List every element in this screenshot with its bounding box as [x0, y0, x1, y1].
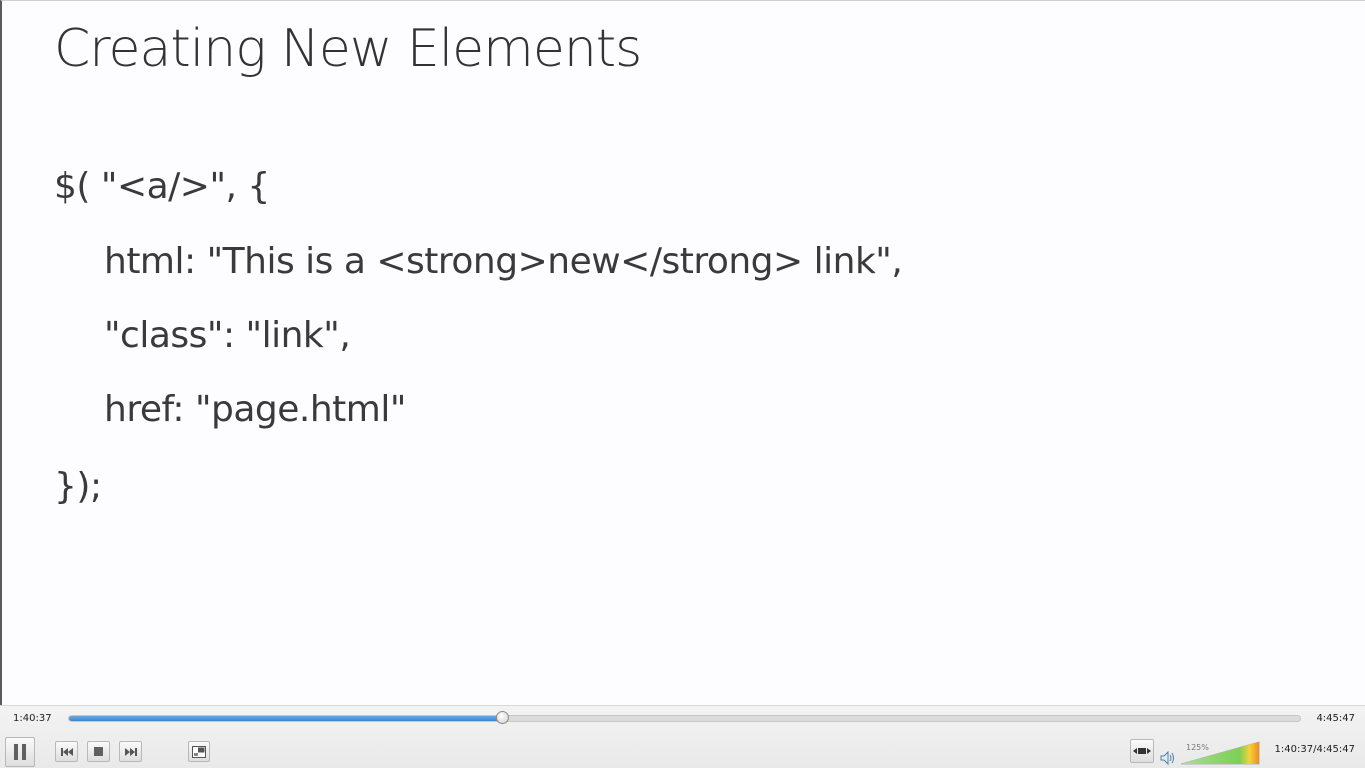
speaker-icon[interactable] [1160, 751, 1176, 765]
fullscreen-button[interactable] [188, 741, 210, 762]
previous-button[interactable] [55, 741, 78, 762]
pause-button[interactable] [5, 737, 35, 767]
code-line: "class": "link", [104, 315, 351, 356]
seek-slider[interactable] [68, 711, 1301, 724]
video-area[interactable]: Creating New Elements $( "<a/>", { html:… [0, 0, 1365, 705]
skip-next-icon [124, 747, 137, 756]
skip-previous-icon [60, 747, 73, 756]
media-player-window: Creating New Elements $( "<a/>", { html:… [0, 0, 1365, 768]
code-line: href: "page.html" [104, 389, 406, 430]
next-button[interactable] [119, 741, 142, 762]
stop-icon [94, 747, 103, 756]
time-display[interactable]: 1:40:37/4:45:47 [1275, 744, 1355, 755]
fullscreen-icon [192, 745, 206, 758]
slide-title: Creating New Elements [54, 19, 642, 79]
stretch-button[interactable] [1130, 739, 1154, 763]
seek-progress-fill [69, 716, 502, 721]
volume-slider[interactable] [1180, 740, 1262, 766]
elapsed-time[interactable]: 1:40:37 [13, 713, 52, 724]
pause-icon [12, 744, 28, 760]
stop-button[interactable] [87, 741, 110, 762]
player-controls: 1:40:37 4:45:47 125% 1:40:37/4:45:47 [0, 705, 1365, 768]
code-line: html: "This is a <strong>new</strong> li… [104, 241, 903, 282]
code-line: }); [54, 466, 102, 507]
stretch-icon [1133, 748, 1151, 754]
seek-handle[interactable] [495, 711, 509, 724]
total-time[interactable]: 4:45:47 [1316, 713, 1355, 724]
code-line: $( "<a/>", { [54, 166, 270, 207]
